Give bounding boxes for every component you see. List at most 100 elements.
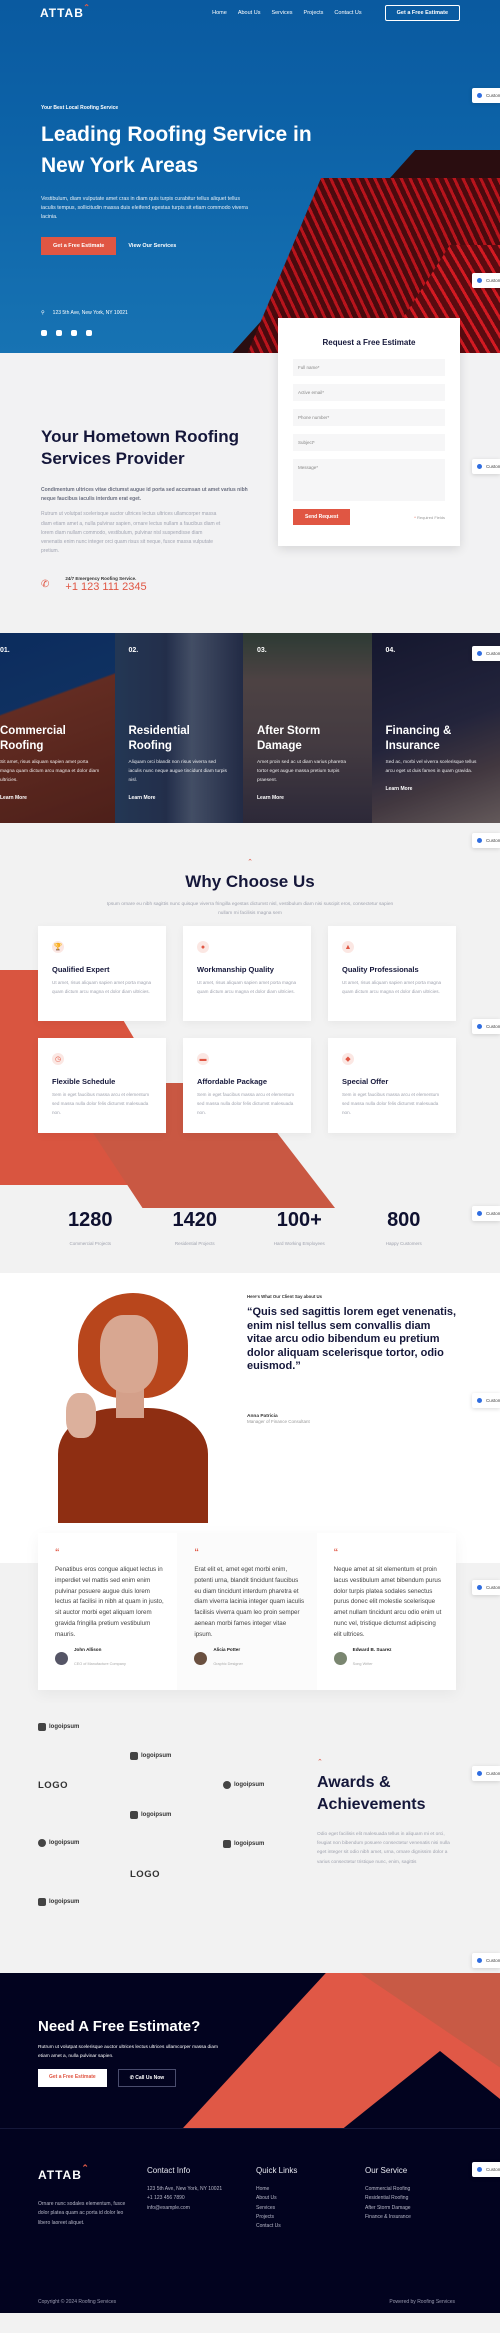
- logo[interactable]: ATTAB ⌃: [40, 3, 90, 20]
- footer-link-contact[interactable]: Contact Us: [256, 2222, 297, 2231]
- feature-card: ▲ Quality Professionals Ut amet, risus ali…: [328, 926, 456, 1021]
- call-us-label: Call Us Now: [135, 2075, 165, 2082]
- customize-tab[interactable]: Customize: [472, 646, 500, 661]
- customize-tab[interactable]: Customize: [472, 833, 500, 848]
- hero-address: ⚲ 123 5th Ave, New York, NY 10021: [41, 310, 128, 316]
- footer-heading: Quick Links: [256, 2166, 298, 2175]
- footer-link-projects[interactable]: Projects: [256, 2213, 297, 2222]
- footer-service-link[interactable]: Finance & Insurance: [365, 2213, 411, 2222]
- footer-link-about[interactable]: About Us: [256, 2194, 297, 2203]
- facebook-icon[interactable]: f: [41, 330, 47, 336]
- subject-input[interactable]: Subject*: [293, 434, 445, 451]
- customize-tab[interactable]: Customize: [472, 1766, 500, 1781]
- feature-card: ◷ Flexible Schedule Sem in eget faucibus m…: [38, 1038, 166, 1133]
- reviewer-role: CEO of Manufacture Company: [74, 1661, 126, 1666]
- footer-services: Our Service Commercial Roofing Residenti…: [365, 2166, 411, 2222]
- stats-row: 1280 Commercial Projects 1420 Residential …: [38, 1209, 456, 1250]
- customize-label: Customize: [486, 1211, 500, 1216]
- customize-tab[interactable]: Customize: [472, 1019, 500, 1034]
- service-card[interactable]: 03. After Storm Damage Amet proin sed ac…: [243, 633, 372, 823]
- address-text: 123 5th Ave, New York, NY 10021: [52, 310, 128, 316]
- footer-logo[interactable]: ATTAB ⌃: [38, 2163, 89, 2182]
- email-input[interactable]: Active email*: [293, 384, 445, 401]
- customize-tab[interactable]: Customize: [472, 88, 500, 103]
- hero-title: Leading Roofing Service in New York Area…: [41, 123, 312, 177]
- nav-services[interactable]: Services: [271, 10, 292, 16]
- cta-estimate-button[interactable]: Get a Free Estimate: [38, 2069, 107, 2088]
- feature-desc: Sem in eget faucibus massa arcu et eleme…: [342, 1092, 440, 1115]
- palette-icon: [477, 278, 482, 283]
- avatar: [194, 1651, 208, 1665]
- customize-tab[interactable]: Customize: [472, 1580, 500, 1595]
- avatar: [333, 1651, 347, 1665]
- customize-label: Customize: [486, 1398, 500, 1403]
- nav-about[interactable]: About Us: [238, 10, 261, 16]
- nav-projects[interactable]: Projects: [304, 10, 324, 16]
- service-number: 03.: [257, 647, 267, 654]
- learn-more-link[interactable]: Learn More: [129, 795, 230, 801]
- reviewer-role: Song Writer: [352, 1661, 373, 1666]
- logo-mark-icon: [223, 1781, 231, 1789]
- footer-service-link[interactable]: Residential Roofing: [365, 2194, 411, 2203]
- service-card[interactable]: 01. Commercial Roofing Sit amet, risus a…: [0, 633, 115, 823]
- view-services-link[interactable]: View Our Services: [128, 243, 176, 249]
- clock-icon: ◷: [52, 1053, 64, 1065]
- customize-tab[interactable]: Customize: [472, 1953, 500, 1968]
- full-name-input[interactable]: Full name*: [293, 359, 445, 376]
- main-nav: ATTAB ⌃ Home About Us Services Projects C…: [0, 0, 500, 25]
- stat-value: 1280: [68, 1209, 113, 1231]
- message-textarea[interactable]: Message*: [293, 459, 445, 501]
- instagram-icon[interactable]: i: [86, 330, 92, 336]
- tag-icon: ◆: [342, 1053, 354, 1065]
- logo-mark-icon: [38, 1723, 46, 1731]
- customize-tab[interactable]: Customize: [472, 459, 500, 474]
- footer-service-link[interactable]: Commercial Roofing: [365, 2185, 411, 2194]
- feature-title: Workmanship Quality: [197, 965, 274, 974]
- feature-desc: Ut amet, risus aliquam sapien amet porta…: [52, 980, 152, 994]
- customize-tab[interactable]: Customize: [472, 1393, 500, 1408]
- feature-title: Special Offer: [342, 1077, 389, 1086]
- feature-title: Flexible Schedule: [52, 1077, 116, 1086]
- reviewer-name: Edward B. Suarez: [352, 1646, 392, 1652]
- feature-card: ▬ Affordable Package Sem in eget faucibus …: [183, 1038, 311, 1133]
- stat-label: Commercial Projects: [69, 1241, 111, 1246]
- footer-service-link[interactable]: After Storm Damage: [365, 2204, 411, 2213]
- youtube-icon[interactable]: y: [71, 330, 77, 336]
- footer-phone-link[interactable]: +1 123 456 7890: [147, 2194, 222, 2203]
- stat-value: 1420: [172, 1209, 218, 1231]
- footer-contact: Contact Info 123 5th Ave, New York, NY 1…: [147, 2166, 222, 2213]
- hero-eyebrow: Your Best Local Roofing Service: [41, 105, 119, 111]
- service-title: Commercial Roofing: [0, 725, 66, 752]
- emergency-phone[interactable]: +1 123 111 2345: [65, 581, 146, 593]
- logo-text: logoipsum: [141, 1753, 172, 1759]
- nav-home[interactable]: Home: [212, 10, 227, 16]
- testimonial-role: Manager of Finance Consultant: [247, 1418, 310, 1424]
- customize-tab[interactable]: Customize: [472, 2162, 500, 2177]
- footer-email-link[interactable]: info@example.com: [147, 2204, 222, 2213]
- nav-contact[interactable]: Contact Us: [334, 10, 361, 16]
- palette-icon: [477, 1398, 482, 1403]
- nav-estimate-button[interactable]: Get a Free Estimate: [384, 4, 460, 21]
- footer-link-services[interactable]: Services: [256, 2204, 297, 2213]
- partner-logo: logoipsum: [130, 1752, 171, 1760]
- customize-tab[interactable]: Customize: [472, 1206, 500, 1221]
- customize-label: Customize: [486, 1024, 500, 1029]
- learn-more-link[interactable]: Learn More: [386, 786, 487, 792]
- form-title: Request a Free Estimate: [322, 338, 416, 347]
- twitter-icon[interactable]: t: [56, 330, 62, 336]
- logo-text: LOGO: [130, 1869, 160, 1880]
- send-request-button[interactable]: Send Request: [293, 509, 351, 525]
- nav-links: Home About Us Services Projects Contact …: [212, 4, 460, 21]
- phone-input[interactable]: Phone number*: [293, 409, 445, 426]
- hero-estimate-button[interactable]: Get a Free Estimate: [41, 236, 117, 255]
- call-us-button[interactable]: ✆ Call Us Now: [117, 2069, 177, 2088]
- learn-more-link[interactable]: Learn More: [0, 795, 101, 801]
- stat-item: 1420 Residential Projects: [145, 1209, 245, 1250]
- learn-more-link[interactable]: Learn More: [257, 795, 358, 801]
- footer-link-home[interactable]: Home: [256, 2185, 297, 2194]
- customize-tab[interactable]: Customize: [472, 273, 500, 288]
- palette-icon: [477, 93, 482, 98]
- service-card[interactable]: 02. Residential Roofing Aliquam orci bla…: [114, 633, 243, 823]
- stat-label: Hard Working Employees: [273, 1241, 325, 1246]
- service-card[interactable]: 04. Financing & Insurance Sed ac, morbi …: [371, 633, 500, 823]
